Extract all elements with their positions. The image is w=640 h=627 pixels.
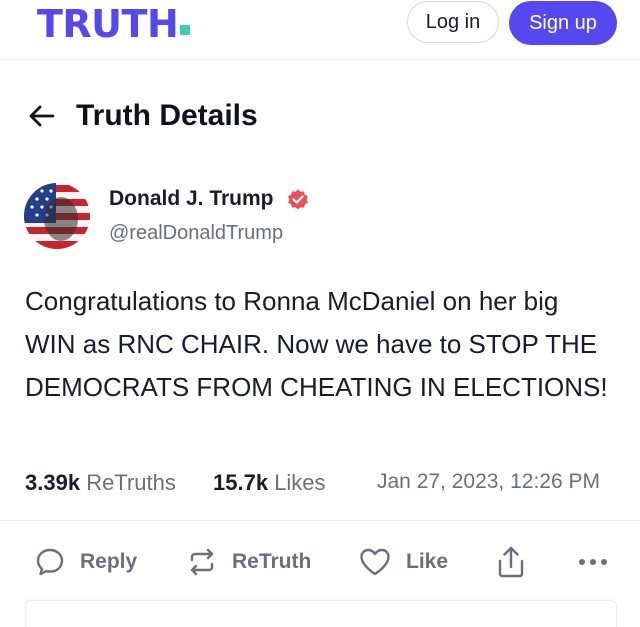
logo-text: TRUTH — [37, 2, 179, 46]
retruth-label: ReTruth — [232, 550, 312, 573]
author-name[interactable]: Donald J. Trump — [109, 187, 274, 211]
avatar[interactable] — [24, 183, 90, 249]
signup-button[interactable]: Sign up — [509, 1, 617, 45]
author-handle[interactable]: @realDonaldTrump — [109, 222, 283, 245]
top-nav-bar: TRUTH Log in Sign up — [0, 0, 640, 60]
retruths-stat[interactable]: 3.39k ReTruths — [25, 470, 176, 496]
heart-icon — [360, 548, 390, 576]
retruths-label: ReTruths — [86, 470, 176, 495]
arrow-left-icon[interactable] — [28, 102, 56, 130]
likes-count: 15.7k — [213, 470, 269, 495]
page-title: Truth Details — [76, 99, 258, 132]
like-button[interactable]: Like — [358, 543, 448, 581]
avatar-image — [24, 183, 90, 249]
share-icon — [498, 546, 524, 578]
reply-label: Reply — [80, 550, 138, 573]
likes-stat[interactable]: 15.7k Likes — [213, 470, 326, 496]
next-content-card — [25, 600, 617, 627]
truth-details-page: TRUTH Log in Sign up Truth Details Donal… — [0, 0, 640, 627]
divider — [0, 520, 640, 521]
share-button[interactable] — [495, 543, 541, 581]
retruth-icon — [190, 548, 214, 576]
retruth-button[interactable]: ReTruth — [186, 543, 311, 581]
reply-icon — [36, 548, 64, 576]
post-stats: 3.39k ReTruths 15.7k Likes Jan 27, 2023,… — [25, 470, 620, 500]
post-text: Congratulations to Ronna McDaniel on her… — [25, 286, 608, 402]
post-timestamp: Jan 27, 2023, 12:26 PM — [377, 470, 600, 493]
verified-badge-icon — [288, 189, 308, 210]
more-dots-icon — [579, 559, 607, 565]
like-label: Like — [406, 550, 449, 573]
retruths-count: 3.39k — [25, 470, 81, 495]
likes-label: Likes — [274, 470, 326, 495]
reply-button[interactable]: Reply — [34, 543, 137, 581]
truth-logo[interactable]: TRUTH — [37, 2, 191, 46]
logo-dot — [180, 25, 191, 35]
login-button[interactable]: Log in — [407, 1, 499, 43]
more-options-button[interactable] — [578, 543, 622, 581]
page-title-row: Truth Details — [28, 96, 258, 136]
